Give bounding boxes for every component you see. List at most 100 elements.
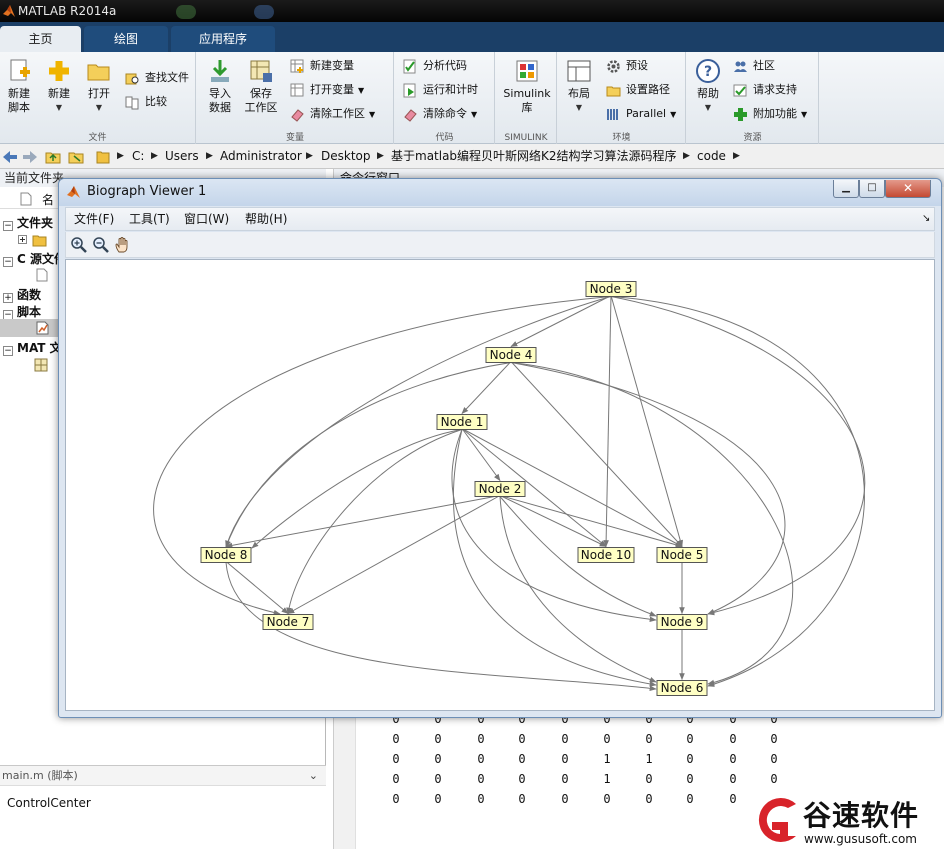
- community-icon: [734, 61, 747, 72]
- close-button[interactable]: ✕: [885, 180, 931, 198]
- collapse-icon[interactable]: −: [3, 346, 13, 356]
- import-data-label: 导入 数据: [209, 87, 231, 114]
- breadcrumb-code[interactable]: code: [697, 144, 726, 169]
- column-header-name[interactable]: 名: [42, 191, 54, 208]
- edge-node3-to-node8[interactable]: [225, 296, 612, 548]
- minimize-button[interactable]: ▁: [833, 180, 859, 198]
- tab-home[interactable]: 主页: [0, 26, 81, 52]
- edge-node4-to-node9[interactable]: [510, 362, 786, 615]
- breadcrumb-users[interactable]: Users: [165, 144, 199, 169]
- edge-node2-to-node7[interactable]: [287, 495, 501, 614]
- group-mat-files[interactable]: − MAT 文: [0, 339, 62, 357]
- menu-window[interactable]: 窗口(W): [184, 208, 229, 230]
- zoom-in-icon[interactable]: [70, 236, 88, 254]
- chevron-down-icon[interactable]: ⌄: [309, 766, 318, 786]
- group-c-source[interactable]: − C 源文件: [0, 250, 66, 268]
- new-button[interactable]: 新建 ▼: [44, 58, 74, 115]
- expand-icon[interactable]: +: [3, 293, 13, 303]
- analyze-code-button[interactable]: 分析代码: [403, 56, 467, 76]
- graph-node-3[interactable]: Node 3: [585, 281, 637, 297]
- request-support-button[interactable]: 请求支持: [733, 80, 797, 100]
- new-variable-label: 新建变量: [310, 59, 354, 72]
- clear-workspace-button[interactable]: 清除工作区 ▼: [290, 104, 375, 124]
- save-workspace-button[interactable]: 保存 工作区: [243, 58, 279, 115]
- collapse-icon[interactable]: −: [3, 221, 13, 231]
- forward-arrow-icon[interactable]: [22, 150, 38, 164]
- edge-node3-to-node10[interactable]: [603, 295, 612, 548]
- add-ons-label: 附加功能: [753, 107, 797, 120]
- graph-node-8[interactable]: Node 8: [200, 547, 252, 563]
- layout-button[interactable]: 布局 ▼: [564, 58, 594, 115]
- edge-node3-to-node7[interactable]: [153, 296, 612, 616]
- new-variable-button[interactable]: 新建变量: [290, 56, 354, 76]
- edge-node8-to-node7[interactable]: [225, 561, 289, 614]
- import-data-button[interactable]: 导入 数据: [205, 58, 235, 115]
- edge-node1-to-node8[interactable]: [251, 429, 463, 549]
- group-folders[interactable]: − 文件夹: [0, 214, 53, 232]
- collapse-icon[interactable]: −: [3, 257, 13, 267]
- parallel-button[interactable]: Parallel ▼: [606, 104, 676, 124]
- run-and-time-button[interactable]: 运行和计时: [403, 80, 478, 100]
- open-button[interactable]: 打开 ▼: [84, 58, 114, 115]
- edge-node3-to-node6[interactable]: [610, 296, 865, 687]
- tab-apps[interactable]: 应用程序: [171, 26, 275, 52]
- help-button[interactable]: ? 帮助 ▼: [693, 58, 723, 115]
- edge-node4-to-node1[interactable]: [461, 361, 512, 415]
- breadcrumb-project-folder[interactable]: 基于matlab编程贝叶斯网络K2结构学习算法源码程序: [391, 144, 677, 169]
- preferences-button[interactable]: 预设: [606, 56, 648, 76]
- compare-button[interactable]: 比较: [125, 92, 167, 112]
- layout-icon: [567, 60, 591, 82]
- group-functions[interactable]: + 函数: [0, 286, 41, 304]
- menu-tools[interactable]: 工具(T): [129, 208, 170, 230]
- edge-node3-to-node9[interactable]: [610, 296, 866, 616]
- folder-open-icon: [87, 64, 110, 81]
- graph-node-4[interactable]: Node 4: [485, 347, 537, 363]
- menu-file[interactable]: 文件(F): [74, 208, 114, 230]
- bayesian-network-graph[interactable]: Node 3 Node 4 Node 1 Node 2 Node 8 Node 10 Nod…: [66, 260, 934, 710]
- graph-node-9[interactable]: Node 9: [656, 614, 708, 630]
- edge-node1-to-node9[interactable]: [451, 429, 657, 623]
- edge-node1-to-node7[interactable]: [286, 429, 463, 615]
- file-type-icon: [20, 192, 32, 206]
- graph-canvas[interactable]: Node 3 Node 4 Node 1 Node 2 Node 8 Node 10 Nod…: [65, 259, 935, 711]
- mat-file-icon[interactable]: [34, 358, 48, 372]
- menu-help[interactable]: 帮助(H): [245, 208, 287, 230]
- browse-folder-icon[interactable]: [68, 150, 84, 164]
- graph-node-6[interactable]: Node 6: [656, 680, 708, 696]
- maximize-button[interactable]: □: [859, 180, 885, 198]
- dock-arrow-icon[interactable]: ↘: [922, 208, 930, 230]
- breadcrumb-drive[interactable]: C:: [132, 144, 144, 169]
- find-files-button[interactable]: 查找文件: [125, 68, 189, 88]
- clear-commands-button[interactable]: 清除命令 ▼: [403, 104, 477, 124]
- zoom-out-icon[interactable]: [92, 236, 110, 254]
- matrix-cell: 0: [434, 732, 442, 746]
- svg-text:?: ?: [704, 64, 712, 80]
- edge-node2-to-node8[interactable]: [225, 495, 501, 549]
- up-folder-icon[interactable]: [45, 150, 61, 164]
- open-variable-button[interactable]: 打开变量 ▼: [290, 80, 364, 100]
- path-separator-icon: ▶: [733, 151, 740, 161]
- graph-node-1[interactable]: Node 1: [436, 414, 488, 430]
- graph-node-5[interactable]: Node 5: [656, 547, 708, 563]
- add-ons-button[interactable]: 附加功能 ▼: [733, 104, 807, 124]
- back-arrow-icon[interactable]: [2, 150, 18, 164]
- breadcrumb-desktop[interactable]: Desktop: [321, 144, 371, 169]
- tab-plots[interactable]: 绘图: [84, 26, 168, 52]
- simulink-library-button[interactable]: Simulink 库: [500, 58, 554, 115]
- pan-hand-icon[interactable]: [114, 236, 132, 254]
- graph-node-7[interactable]: Node 7: [262, 614, 314, 630]
- edge-node4-to-node6[interactable]: [510, 362, 794, 686]
- new-script-button[interactable]: 新建 脚本: [4, 58, 34, 115]
- graph-node-2[interactable]: Node 2: [474, 481, 526, 497]
- edge-node4-to-node8[interactable]: [225, 362, 512, 548]
- edge-node2-to-node6[interactable]: [499, 496, 657, 683]
- set-path-button[interactable]: 设置路径: [606, 80, 670, 100]
- graph-node-10[interactable]: Node 10: [577, 547, 635, 563]
- community-button[interactable]: 社区: [733, 56, 775, 76]
- save-workspace-icon: [250, 60, 272, 82]
- folder-item-icon[interactable]: [18, 233, 48, 247]
- breadcrumb-administrator[interactable]: Administrator: [220, 144, 302, 169]
- c-file-icon[interactable]: [36, 268, 48, 282]
- edge-node3-to-node4[interactable]: [510, 295, 612, 347]
- edge-node3-to-node5[interactable]: [610, 295, 683, 548]
